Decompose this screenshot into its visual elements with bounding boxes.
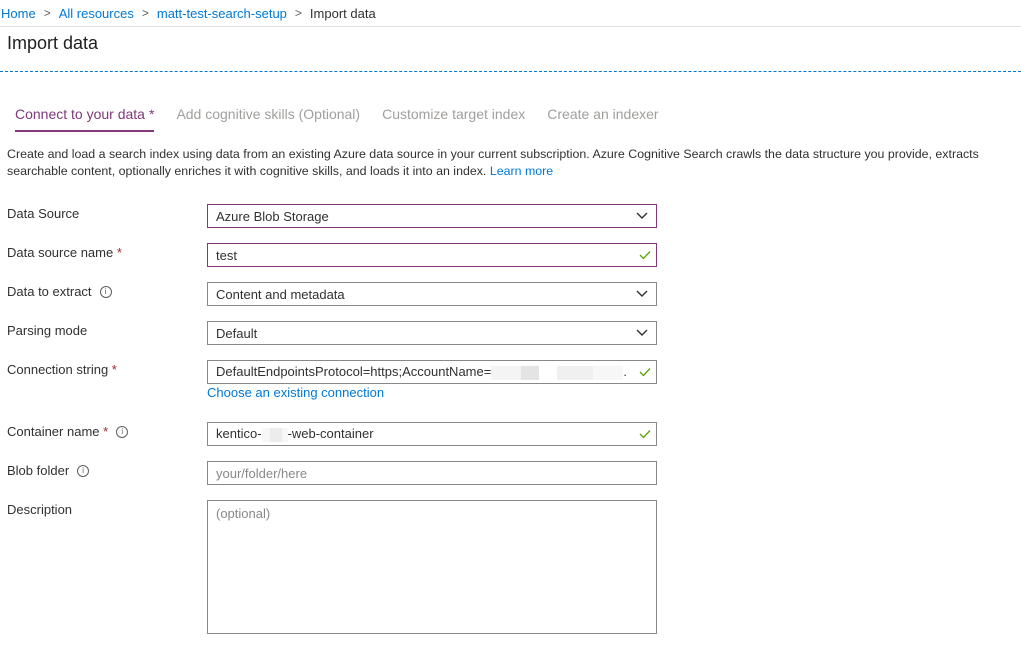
- container-name-input[interactable]: kentico- -web-container: [207, 422, 657, 446]
- data-source-name-input[interactable]: test: [207, 243, 657, 267]
- checkmark-icon: [634, 429, 656, 439]
- required-mark: *: [103, 424, 109, 439]
- info-icon[interactable]: i: [77, 464, 90, 477]
- container-name-label: Container name * i: [7, 424, 129, 439]
- data-source-value: Azure Blob Storage: [216, 208, 329, 224]
- breadcrumb-search-service[interactable]: matt-test-search-setup: [157, 6, 287, 21]
- required-mark: *: [116, 245, 122, 260]
- breadcrumb-current: Import data: [309, 5, 376, 21]
- data-source-name-value: test: [216, 247, 237, 263]
- parsing-mode-value: Default: [216, 325, 258, 341]
- tab-customize-target-index[interactable]: Customize target index: [382, 106, 525, 130]
- tab-connect-to-your-data[interactable]: Connect to your data *: [15, 106, 155, 132]
- data-source-dropdown[interactable]: Azure Blob Storage: [207, 204, 657, 228]
- description-textarea[interactable]: [207, 500, 657, 634]
- data-source-name-label: Data source name *: [7, 245, 122, 260]
- redacted-text: [521, 365, 540, 380]
- redacted-text: [539, 365, 558, 380]
- required-mark: *: [148, 106, 155, 122]
- data-to-extract-value: Content and metadata: [216, 286, 345, 302]
- connection-string-prefix: DefaultEndpointsProtocol=https;AccountNa…: [216, 364, 492, 380]
- container-name-label-text: Container name: [7, 424, 100, 439]
- blob-folder-label: Blob folder i: [7, 463, 90, 478]
- breadcrumb-home[interactable]: Home: [1, 6, 36, 21]
- connection-string-input[interactable]: DefaultEndpointsProtocol=https;AccountNa…: [207, 360, 657, 384]
- data-to-extract-dropdown[interactable]: Content and metadata: [207, 282, 657, 306]
- chevron-right-icon: >: [294, 6, 302, 20]
- blob-folder-placeholder: your/folder/here: [216, 465, 308, 481]
- redacted-text: [593, 365, 624, 380]
- container-name-prefix: kentico-: [216, 426, 262, 442]
- required-mark: *: [111, 362, 117, 377]
- parsing-mode-label: Parsing mode: [7, 323, 87, 338]
- learn-more-link[interactable]: Learn more: [490, 164, 553, 178]
- wizard-tabs: Connect to your data * Add cognitive skil…: [15, 106, 681, 132]
- info-icon[interactable]: i: [99, 285, 112, 298]
- description-label: Description: [7, 502, 72, 517]
- description-label-text: Description: [7, 502, 73, 517]
- blob-folder-label-text: Blob folder: [7, 463, 70, 478]
- parsing-mode-dropdown[interactable]: Default: [207, 321, 657, 345]
- chevron-right-icon: >: [43, 6, 51, 20]
- blob-folder-input[interactable]: your/folder/here: [207, 461, 657, 485]
- choose-existing-connection-link[interactable]: Choose an existing connection: [207, 385, 384, 400]
- chevron-down-icon: [628, 329, 656, 337]
- connection-string-label: Connection string *: [7, 362, 117, 377]
- info-icon[interactable]: i: [116, 425, 129, 438]
- connection-string-value: DefaultEndpointsProtocol=https;AccountNa…: [216, 364, 634, 380]
- data-to-extract-label-text: Data to extract: [7, 284, 92, 299]
- header-divider: [0, 71, 1021, 72]
- data-source-label-text: Data Source: [7, 206, 80, 221]
- connection-string-suffix: .: [623, 364, 627, 380]
- parsing-mode-label-text: Parsing mode: [7, 323, 88, 338]
- redacted-text: [261, 427, 270, 442]
- data-source-name-label-text: Data source name: [7, 245, 114, 260]
- redacted-text: [557, 365, 594, 380]
- chevron-down-icon: [628, 290, 656, 298]
- page-title: Import data: [7, 33, 99, 53]
- tab-create-an-indexer[interactable]: Create an indexer: [547, 106, 658, 130]
- redacted-text: [269, 427, 282, 442]
- chevron-right-icon: >: [141, 6, 149, 20]
- tab-add-cognitive-skills[interactable]: Add cognitive skills (Optional): [176, 106, 360, 130]
- data-to-extract-label: Data to extract i: [7, 284, 112, 299]
- container-name-suffix: -web-container: [287, 426, 374, 442]
- checkmark-icon: [634, 367, 656, 377]
- breadcrumb: Home > All resources > matt-test-search-…: [0, 0, 1021, 27]
- breadcrumb-all-resources[interactable]: All resources: [59, 6, 134, 21]
- data-source-label: Data Source: [7, 206, 79, 221]
- checkmark-icon: [634, 250, 656, 260]
- chevron-down-icon: [628, 212, 656, 220]
- redacted-text: [491, 365, 522, 380]
- connection-string-label-text: Connection string: [7, 362, 109, 377]
- container-name-value: kentico- -web-container: [216, 426, 634, 442]
- intro-text: Create and load a search index using dat…: [7, 146, 1021, 180]
- tab-label: Connect to your data: [15, 106, 145, 122]
